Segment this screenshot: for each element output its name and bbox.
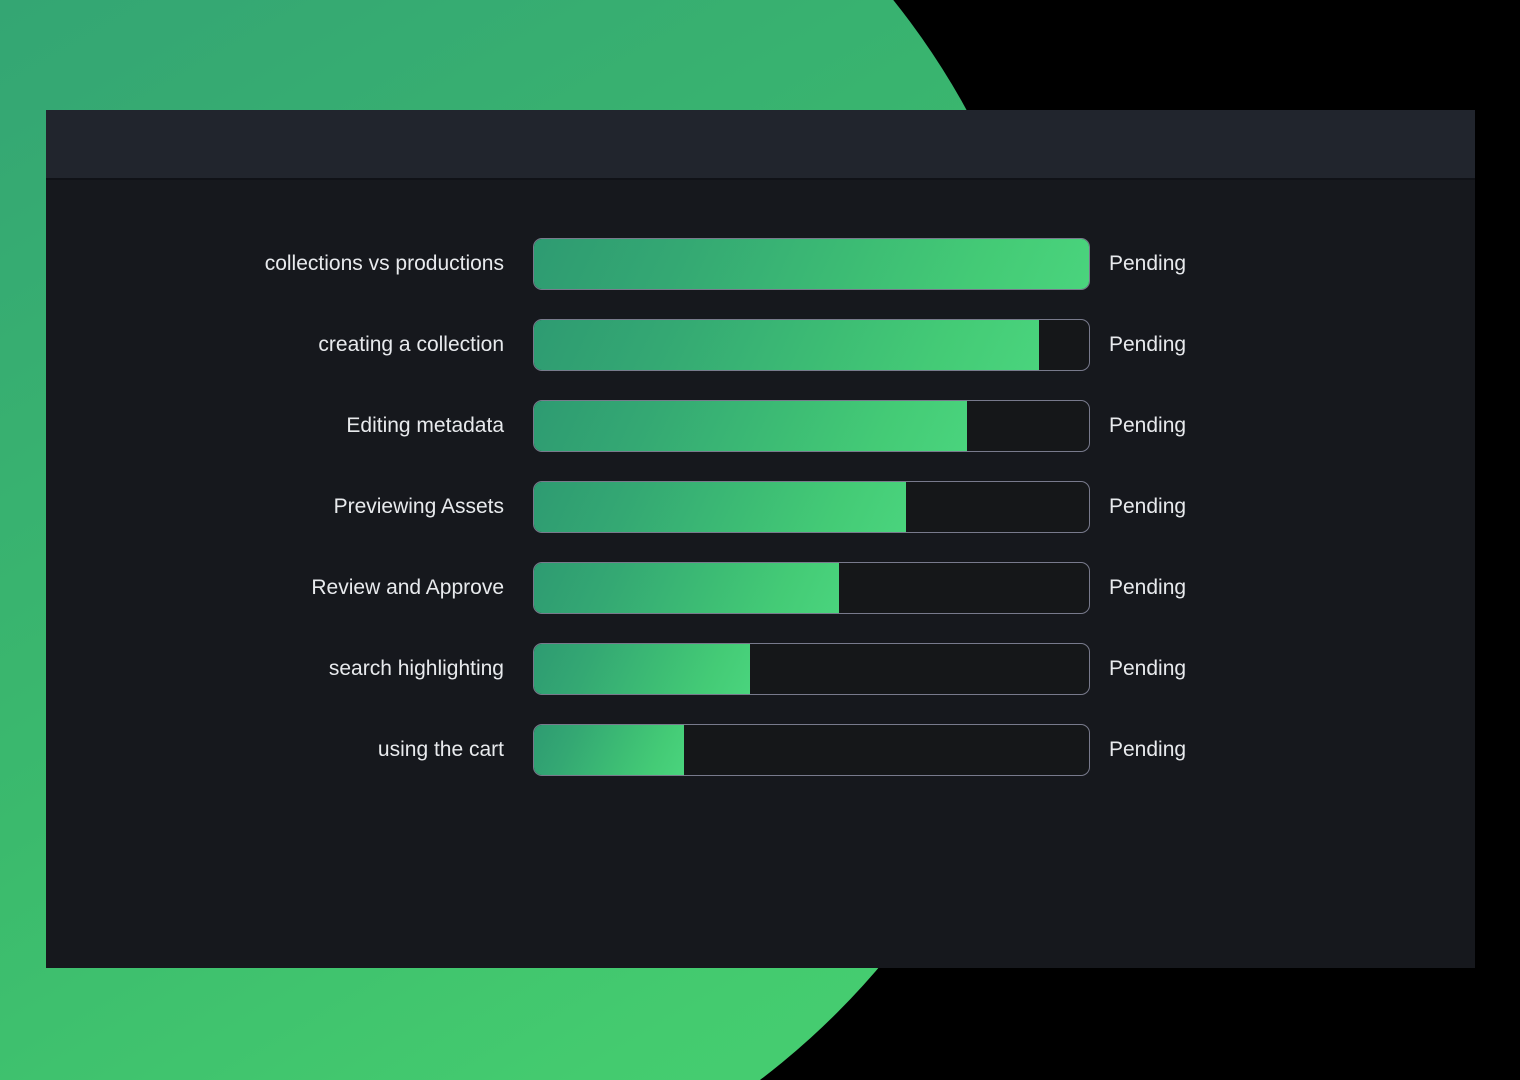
progress-row[interactable]: Previewing Assets Pending	[46, 481, 1475, 533]
progress-bar-track[interactable]	[533, 400, 1090, 452]
status-badge: Pending	[1109, 414, 1187, 437]
window-body: collections vs productions Pending creat…	[46, 180, 1475, 968]
progress-bar-track[interactable]	[533, 562, 1090, 614]
progress-bar-fill	[534, 320, 1040, 370]
progress-row-label: using the cart	[377, 738, 504, 762]
window-titlebar	[46, 110, 1475, 180]
progress-list: collections vs productions Pending creat…	[46, 238, 1475, 776]
app-window: collections vs productions Pending creat…	[46, 110, 1475, 968]
progress-row-label: search highlighting	[328, 657, 504, 681]
progress-bar-fill	[534, 239, 1089, 289]
status-badge: Pending	[1109, 576, 1187, 599]
progress-bar-fill	[534, 482, 906, 532]
progress-bar-track[interactable]	[533, 481, 1090, 533]
progress-bar-track[interactable]	[533, 319, 1090, 371]
progress-row-label: Previewing Assets	[333, 495, 504, 519]
progress-row-label: collections vs productions	[264, 252, 504, 276]
status-badge: Pending	[1109, 333, 1187, 356]
progress-row[interactable]: using the cart Pending	[46, 724, 1475, 776]
progress-bar-track[interactable]	[533, 643, 1090, 695]
page-root: collections vs productions Pending creat…	[0, 0, 1520, 1080]
status-badge: Pending	[1109, 657, 1187, 680]
status-badge: Pending	[1109, 252, 1187, 275]
progress-row[interactable]: creating a collection Pending	[46, 319, 1475, 371]
progress-bar-track[interactable]	[533, 238, 1090, 290]
progress-bar-fill	[534, 644, 751, 694]
status-badge: Pending	[1109, 738, 1187, 761]
progress-row[interactable]: collections vs productions Pending	[46, 238, 1475, 290]
progress-row[interactable]: Editing metadata Pending	[46, 400, 1475, 452]
progress-bar-fill	[534, 563, 840, 613]
progress-row[interactable]: Review and Approve Pending	[46, 562, 1475, 614]
progress-row-label: Editing metadata	[346, 414, 504, 438]
progress-bar-fill	[534, 401, 967, 451]
progress-row-label: creating a collection	[318, 333, 504, 357]
progress-bar-track[interactable]	[533, 724, 1090, 776]
progress-row-label: Review and Approve	[311, 576, 504, 600]
progress-bar-fill	[534, 725, 684, 775]
status-badge: Pending	[1109, 495, 1187, 518]
progress-row[interactable]: search highlighting Pending	[46, 643, 1475, 695]
